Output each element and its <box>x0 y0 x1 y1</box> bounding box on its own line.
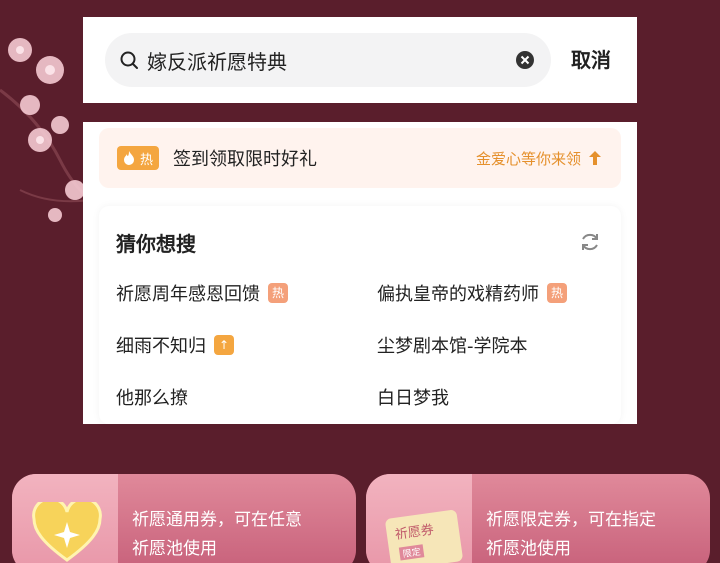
general-coupon-card[interactable]: 祈愿通用券，可在任意 祈愿池使用 <box>12 474 356 563</box>
guess-item-label: 细雨不知归 <box>116 336 206 357</box>
ticket-text: 祈愿券 <box>394 522 435 543</box>
coupon-description: 祈愿限定券，可在指定 祈愿池使用 <box>486 506 706 563</box>
coupon-description: 祈愿通用券，可在任意 祈愿池使用 <box>132 506 352 563</box>
coupon-line: 祈愿池使用 <box>132 539 217 559</box>
guess-item-label: 祈愿周年感恩回馈 <box>116 284 260 305</box>
hot-tag: 热 <box>268 283 288 303</box>
promo-text: 签到领取限时好礼 <box>173 149 318 170</box>
limited-coupon-card[interactable]: 祈愿券 限定 祈愿限定券，可在指定 祈愿池使用 <box>366 474 710 563</box>
suggestions-panel: 热 签到领取限时好礼 金爱心等你来领 猜你想搜 祈愿周年感恩回馈 热 偏执皇帝的… <box>83 122 637 424</box>
guess-item[interactable]: 祈愿周年感恩回馈 热 <box>116 280 288 306</box>
guess-item-label: 尘梦剧本馆-学院本 <box>377 336 528 357</box>
hot-badge: 热 <box>117 146 160 170</box>
guess-item[interactable]: 细雨不知归 ↑ <box>116 332 234 358</box>
guess-item[interactable]: 偏执皇帝的戏精药师 热 <box>377 280 567 306</box>
refresh-icon[interactable] <box>579 231 601 253</box>
coupon-line: 祈愿限定券，可在指定 <box>486 510 656 530</box>
search-icon <box>120 51 138 69</box>
coupon-ticket-icon: 祈愿券 限定 <box>384 509 464 563</box>
hot-badge-label: 热 <box>140 152 154 168</box>
guess-item[interactable]: 白日梦我 <box>377 384 449 410</box>
guess-title: 猜你想搜 <box>116 232 196 256</box>
guess-item-label: 偏执皇帝的戏精药师 <box>377 284 539 305</box>
fire-icon <box>124 151 134 165</box>
coupon-image-area <box>12 474 118 563</box>
coupon-image-area: 祈愿券 限定 <box>366 474 472 563</box>
coupon-line: 祈愿池使用 <box>486 539 571 559</box>
search-input[interactable]: 嫁反派祈愿特典 <box>105 33 551 87</box>
heart-icon <box>32 502 102 562</box>
ticket-subtext: 限定 <box>398 544 425 561</box>
search-query-text: 嫁反派祈愿特典 <box>147 49 287 74</box>
guess-card: 猜你想搜 祈愿周年感恩回馈 热 偏执皇帝的戏精药师 热 细雨不知归 ↑ 尘梦剧本… <box>99 206 621 424</box>
guess-item[interactable]: 他那么撩 <box>116 384 188 410</box>
cancel-button[interactable]: 取消 <box>571 33 611 87</box>
promo-link[interactable]: 金爱心等你来领 <box>476 148 581 169</box>
arrow-up-icon <box>589 151 601 165</box>
rising-tag: ↑ <box>214 335 234 355</box>
promo-banner[interactable]: 热 签到领取限时好礼 金爱心等你来领 <box>99 128 621 188</box>
search-panel: 嫁反派祈愿特典 取消 <box>83 17 637 103</box>
coupon-line: 祈愿通用券，可在任意 <box>132 510 302 530</box>
guess-item[interactable]: 尘梦剧本馆-学院本 <box>377 332 528 358</box>
guess-item-label: 白日梦我 <box>377 388 449 409</box>
clear-icon[interactable] <box>515 50 535 70</box>
hot-tag: 热 <box>547 283 567 303</box>
guess-item-label: 他那么撩 <box>116 388 188 409</box>
